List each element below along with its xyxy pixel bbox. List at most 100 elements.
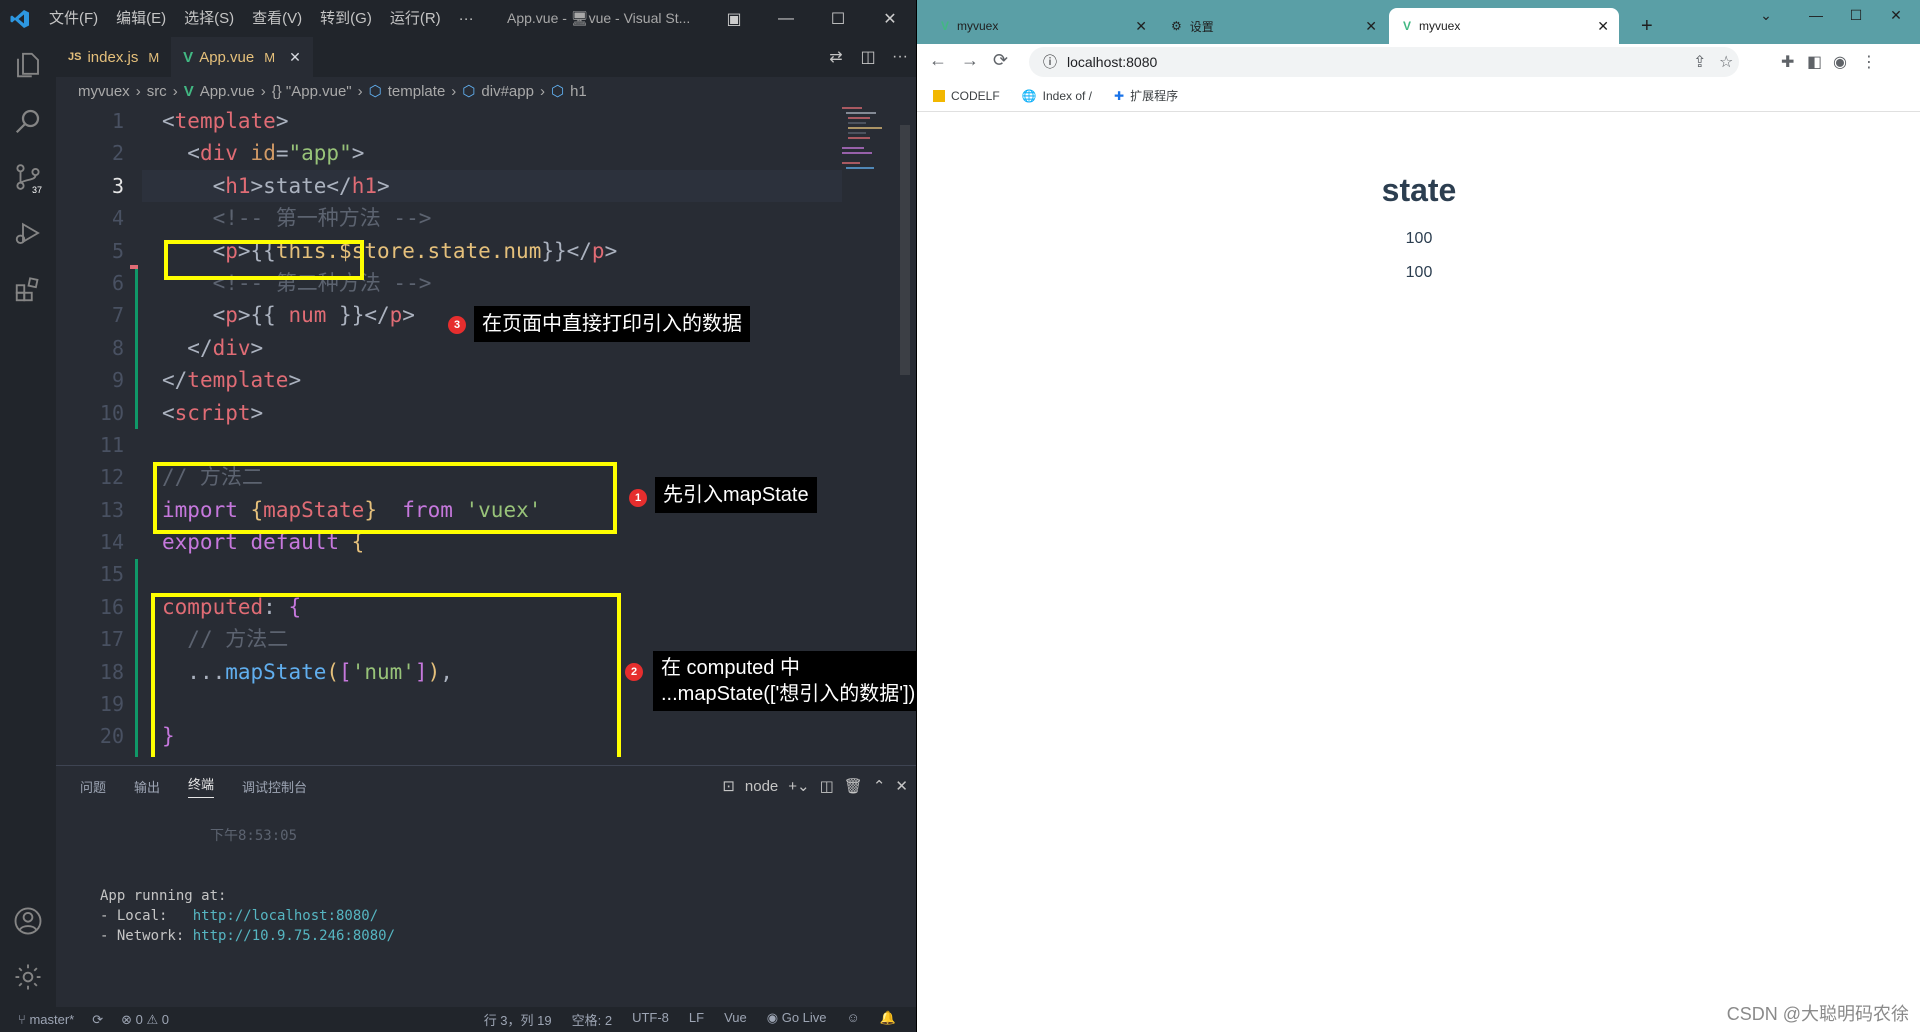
back-icon[interactable]: ← bbox=[929, 50, 947, 71]
compare-icon[interactable]: ⇄ bbox=[820, 47, 852, 67]
close-tab-icon[interactable]: ✕ bbox=[1135, 18, 1147, 35]
close-icon[interactable]: ✕ bbox=[864, 9, 916, 29]
code-editor[interactable]: 1 2 3 4 5 6 7 8 9 10 11 12 13 14 15 16 1… bbox=[56, 105, 916, 757]
panel-tab-problems[interactable]: 问题 bbox=[80, 777, 106, 796]
new-terminal-icon[interactable]: +⌄ bbox=[788, 777, 809, 795]
new-tab-button[interactable]: + bbox=[1627, 8, 1667, 44]
codelf-icon bbox=[933, 89, 945, 102]
extensions-icon[interactable] bbox=[0, 261, 56, 317]
bookmark-extensions[interactable]: ✚ 扩展程序 bbox=[1114, 87, 1178, 104]
browser-tab-myvuex-2[interactable]: V myvuex ✕ bbox=[1389, 8, 1619, 44]
web-page-content: state 100 100 CSDN @大聪明码农徐 bbox=[917, 112, 1920, 1032]
branch-label: master* bbox=[29, 1011, 75, 1027]
menu-file[interactable]: 文件(F) bbox=[40, 0, 107, 37]
terminal-selector[interactable]: node bbox=[745, 778, 778, 795]
line-number: 20 bbox=[99, 724, 124, 749]
editor-scrollbar[interactable] bbox=[900, 125, 910, 375]
encoding[interactable]: UTF-8 bbox=[632, 1010, 669, 1029]
sync-icon[interactable]: ⟳ bbox=[92, 1012, 103, 1028]
account-icon[interactable] bbox=[0, 893, 56, 949]
browser-tab-settings[interactable]: ⚙ 设置 ✕ bbox=[1157, 8, 1387, 44]
vue-favicon-icon: V bbox=[1403, 19, 1412, 33]
problems-count[interactable]: ⊗ 0 ⚠ 0 bbox=[121, 1012, 169, 1028]
bookmark-label: Index of / bbox=[1042, 88, 1093, 103]
menu-view[interactable]: 查看(V) bbox=[243, 0, 311, 37]
vue-file-icon: V bbox=[183, 82, 194, 100]
modified-indicator: M bbox=[148, 49, 160, 65]
source-control-icon[interactable]: 37 bbox=[0, 149, 56, 205]
git-branch[interactable]: ⑂ master* bbox=[18, 1012, 74, 1028]
breadcrumb-item[interactable]: h1 bbox=[570, 83, 587, 100]
close-tab-icon[interactable]: ✕ bbox=[289, 49, 301, 66]
side-panel-icon[interactable]: ◧ bbox=[1807, 52, 1822, 72]
site-info-icon[interactable]: ⓘ bbox=[1043, 52, 1057, 72]
run-debug-icon[interactable] bbox=[0, 205, 56, 261]
more-actions-icon[interactable]: ··· bbox=[884, 48, 916, 66]
bookmark-index[interactable]: 🌐 Index of / bbox=[1022, 89, 1092, 103]
menu-run[interactable]: 运行(R) bbox=[381, 0, 450, 37]
menu-selection[interactable]: 选择(S) bbox=[175, 0, 243, 37]
profile-avatar-icon[interactable]: ◉ bbox=[1833, 52, 1847, 72]
layout-icon[interactable]: ▣ bbox=[708, 9, 760, 29]
terminal-output[interactable]: 下午8:53:05 App running at: - Local: http://… bbox=[100, 826, 395, 946]
vue-file-icon: V bbox=[183, 48, 194, 66]
local-url-link[interactable]: http://localhost:8080/ bbox=[193, 908, 378, 924]
breadcrumb-item[interactable]: myvuex bbox=[78, 83, 130, 100]
menu-go[interactable]: 转到(G) bbox=[311, 0, 381, 37]
bookmark-label: CODELF bbox=[951, 88, 1000, 103]
page-heading: state bbox=[1381, 172, 1457, 208]
forward-icon[interactable]: → bbox=[961, 50, 979, 71]
menu-more[interactable]: ··· bbox=[450, 0, 483, 37]
settings-gear-icon[interactable] bbox=[0, 949, 56, 1005]
tab-search-icon[interactable]: ⌄ bbox=[1741, 0, 1791, 32]
search-icon[interactable] bbox=[0, 93, 56, 149]
reload-icon[interactable]: ⟳ bbox=[993, 50, 1008, 71]
close-tab-icon[interactable]: ✕ bbox=[1597, 18, 1609, 35]
callout-computed: 在 computed 中 ...mapState(['想引入的数据']) bbox=[653, 651, 916, 711]
bottom-panel: 问题 输出 终端 调试控制台 ⊡ node +⌄ ◫ 🗑 ⌃ ✕ 下午8:53:… bbox=[56, 765, 916, 1007]
code-line: <div id="app"> bbox=[187, 141, 365, 166]
notifications-bell-icon[interactable]: 🔔 bbox=[880, 1010, 896, 1029]
address-bar[interactable]: ⓘ localhost:8080 bbox=[1029, 47, 1739, 77]
breadcrumb-item[interactable]: App.vue bbox=[200, 83, 255, 100]
line-ending[interactable]: LF bbox=[689, 1010, 704, 1029]
callout-import-mapstate: 先引入mapState bbox=[655, 477, 817, 513]
cursor-position[interactable]: 行 3，列 19 bbox=[484, 1010, 552, 1029]
go-live-button[interactable]: ◉ Go Live bbox=[767, 1010, 827, 1029]
line-number: 3 bbox=[111, 173, 124, 198]
kill-terminal-icon[interactable]: 🗑 bbox=[844, 777, 863, 795]
explorer-icon[interactable] bbox=[0, 37, 56, 93]
browser-tab-myvuex-1[interactable]: V myvuex ✕ bbox=[927, 8, 1157, 44]
activity-bar: 37 bbox=[0, 37, 56, 1007]
minimap[interactable] bbox=[840, 105, 900, 175]
feedback-icon[interactable]: ☺ bbox=[847, 1010, 860, 1029]
close-panel-icon[interactable]: ✕ bbox=[895, 777, 908, 795]
maximize-icon[interactable]: ☐ bbox=[812, 9, 864, 29]
bookmark-star-icon[interactable]: ☆ bbox=[1719, 52, 1733, 72]
split-editor-icon[interactable]: ◫ bbox=[852, 47, 884, 67]
minimize-icon[interactable]: — bbox=[760, 10, 812, 28]
breadcrumb-item[interactable]: src bbox=[147, 83, 167, 100]
extensions-puzzle-icon[interactable]: ✚ bbox=[1781, 52, 1794, 72]
language-mode[interactable]: Vue bbox=[724, 1010, 747, 1029]
state-value-2: 100 bbox=[1405, 264, 1433, 281]
close-tab-icon[interactable]: ✕ bbox=[1365, 18, 1377, 35]
network-url-link[interactable]: http://10.9.75.246:8080/ bbox=[193, 928, 395, 944]
share-icon[interactable]: ⇪ bbox=[1693, 52, 1706, 72]
maximize-panel-icon[interactable]: ⌃ bbox=[873, 777, 886, 795]
tab-index-js[interactable]: JS index.js M bbox=[56, 37, 171, 77]
breadcrumb-item[interactable]: div#app bbox=[481, 83, 534, 100]
bookmark-codelf[interactable]: CODELF bbox=[933, 89, 1000, 103]
indentation[interactable]: 空格: 2 bbox=[572, 1010, 612, 1029]
menu-edit[interactable]: 编辑(E) bbox=[107, 0, 175, 37]
split-terminal-icon[interactable]: ◫ bbox=[820, 777, 834, 795]
close-icon[interactable]: ✕ bbox=[1871, 0, 1920, 32]
panel-tab-output[interactable]: 输出 bbox=[134, 777, 160, 796]
breadcrumb-item[interactable]: template bbox=[388, 83, 446, 100]
tab-app-vue[interactable]: V App.vue M ✕ bbox=[171, 37, 313, 77]
panel-tab-terminal[interactable]: 终端 bbox=[188, 774, 215, 798]
chrome-menu-icon[interactable]: ⋮ bbox=[1861, 52, 1877, 72]
panel-tab-debug-console[interactable]: 调试控制台 bbox=[242, 777, 307, 796]
breadcrumb-item[interactable]: {} "App.vue" bbox=[272, 83, 352, 100]
code-line: <template> bbox=[162, 109, 289, 133]
